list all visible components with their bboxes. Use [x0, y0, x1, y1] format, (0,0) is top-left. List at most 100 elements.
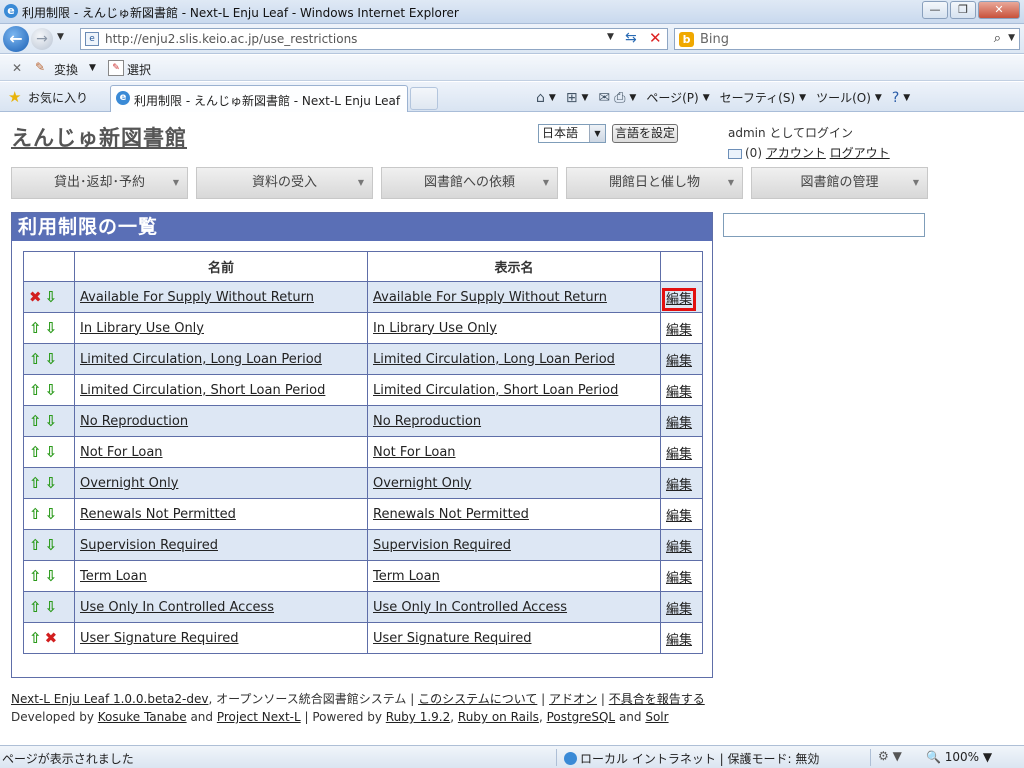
- display-name-link[interactable]: User Signature Required: [373, 631, 531, 646]
- display-name-link[interactable]: In Library Use Only: [373, 321, 497, 336]
- search-field[interactable]: b Bing ⌕ ▼: [674, 28, 1020, 50]
- display-name-link[interactable]: Supervision Required: [373, 538, 511, 553]
- move-down-icon[interactable]: ⇩: [45, 443, 58, 461]
- tab-title[interactable]: 利用制限 - えんじゅ新図書館 - Next-L Enju Leaf: [134, 92, 400, 109]
- move-up-icon[interactable]: ⇧: [29, 629, 42, 647]
- move-up-icon[interactable]: ⇧: [29, 443, 42, 461]
- restriction-name-link[interactable]: Overnight Only: [80, 476, 178, 491]
- close-toolbar-icon[interactable]: ✕: [12, 61, 22, 75]
- move-down-icon[interactable]: ⇩: [45, 598, 58, 616]
- app-version-link[interactable]: Next-L Enju Leaf 1.0.0.beta2-dev: [11, 692, 208, 706]
- edit-link[interactable]: 編集: [666, 354, 692, 369]
- move-up-icon[interactable]: ⇧: [29, 598, 42, 616]
- feeds-icon[interactable]: ⊞: [566, 90, 578, 106]
- restriction-name-link[interactable]: No Reproduction: [80, 414, 188, 429]
- display-name-link[interactable]: Limited Circulation, Long Loan Period: [373, 352, 615, 367]
- restriction-name-link[interactable]: Not For Loan: [80, 445, 163, 460]
- about-link[interactable]: このシステムについて: [418, 692, 537, 706]
- report-bug-link[interactable]: 不具合を報告する: [609, 692, 705, 706]
- language-select[interactable]: 日本語 ▼: [538, 124, 606, 143]
- favorites-button[interactable]: お気に入り: [28, 89, 88, 106]
- rails-link[interactable]: Ruby on Rails: [458, 710, 539, 724]
- move-up-icon[interactable]: ⇧: [29, 536, 42, 554]
- safety-dropdown-icon[interactable]: ▼: [799, 93, 806, 103]
- back-button[interactable]: ←: [3, 26, 29, 52]
- move-down-icon[interactable]: ⇩: [45, 567, 58, 585]
- move-down-icon[interactable]: ⇩: [45, 412, 58, 430]
- display-name-link[interactable]: Term Loan: [373, 569, 440, 584]
- menu-acquisition[interactable]: 資料の受入 ▼: [196, 167, 373, 199]
- move-up-icon[interactable]: ⇧: [29, 381, 42, 399]
- safety-menu[interactable]: セーフティ(S): [720, 89, 796, 106]
- quick-search-input[interactable]: [723, 213, 925, 237]
- mail-icon[interactable]: [728, 148, 742, 159]
- convert-dropdown-icon[interactable]: ▼: [89, 63, 96, 73]
- display-name-link[interactable]: Renewals Not Permitted: [373, 507, 529, 522]
- status-tools-icon[interactable]: ⚙ ▼: [878, 749, 902, 763]
- move-down-icon[interactable]: ⇩: [45, 319, 58, 337]
- search-options-icon[interactable]: ▼: [1008, 33, 1015, 43]
- help-dropdown-icon[interactable]: ▼: [903, 93, 910, 103]
- move-up-icon[interactable]: ⇧: [29, 412, 42, 430]
- minimize-button[interactable]: —: [922, 1, 948, 19]
- menu-requests[interactable]: 図書館への依頼 ▼: [381, 167, 558, 199]
- move-down-icon[interactable]: ⇩: [45, 474, 58, 492]
- edit-link[interactable]: 編集: [666, 447, 692, 462]
- edit-link[interactable]: 編集: [666, 602, 692, 617]
- move-down-icon[interactable]: ⇩: [45, 381, 58, 399]
- page-dropdown-icon[interactable]: ▼: [703, 93, 710, 103]
- developer-link[interactable]: Kosuke Tanabe: [98, 710, 187, 724]
- new-tab-button[interactable]: [410, 87, 438, 110]
- help-icon[interactable]: ?: [892, 90, 899, 106]
- move-down-icon[interactable]: ⇩: [45, 350, 58, 368]
- edit-link[interactable]: 編集: [666, 478, 692, 493]
- zoom-level[interactable]: 🔍 100% ▼: [926, 750, 992, 764]
- site-title[interactable]: えんじゅ新図書館: [11, 122, 187, 152]
- close-button[interactable]: ✕: [978, 1, 1020, 19]
- select-button[interactable]: 選択: [127, 61, 151, 78]
- history-dropdown-icon[interactable]: ▼: [57, 32, 64, 42]
- display-name-link[interactable]: Not For Loan: [373, 445, 456, 460]
- page-menu[interactable]: ページ(P): [646, 89, 698, 106]
- project-link[interactable]: Project Next-L: [217, 710, 301, 724]
- menu-circulation[interactable]: 貸出･返却･予約 ▼: [11, 167, 188, 199]
- restriction-name-link[interactable]: Available For Supply Without Return: [80, 290, 314, 305]
- mail-read-icon[interactable]: ✉: [598, 90, 610, 106]
- edit-link[interactable]: 編集: [666, 540, 692, 555]
- move-down-icon[interactable]: ⇩: [45, 288, 58, 306]
- print-icon[interactable]: ⎙: [614, 90, 625, 106]
- restriction-name-link[interactable]: Limited Circulation, Short Loan Period: [80, 383, 325, 398]
- search-icon[interactable]: ⌕: [994, 31, 1001, 46]
- stop-icon[interactable]: ✕: [649, 29, 662, 47]
- edit-link[interactable]: 編集: [661, 287, 697, 311]
- menu-admin[interactable]: 図書館の管理 ▼: [751, 167, 928, 199]
- restriction-name-link[interactable]: In Library Use Only: [80, 321, 204, 336]
- menu-events[interactable]: 開館日と催し物 ▼: [566, 167, 743, 199]
- addon-link[interactable]: アドオン: [549, 692, 597, 706]
- favorites-star-icon[interactable]: ★: [8, 88, 21, 106]
- display-name-link[interactable]: Overnight Only: [373, 476, 471, 491]
- move-up-icon[interactable]: ⇧: [29, 350, 42, 368]
- print-dropdown-icon[interactable]: ▼: [629, 93, 636, 103]
- refresh-icon[interactable]: ⇆: [625, 30, 637, 46]
- select-icon[interactable]: ✎: [108, 60, 124, 76]
- convert-button[interactable]: 変換: [54, 61, 78, 78]
- account-link[interactable]: アカウント: [766, 146, 826, 160]
- edit-link[interactable]: 編集: [666, 509, 692, 524]
- move-up-icon[interactable]: ⇧: [29, 505, 42, 523]
- edit-link[interactable]: 編集: [666, 416, 692, 431]
- edit-link[interactable]: 編集: [666, 385, 692, 400]
- forward-button[interactable]: →: [31, 28, 53, 50]
- tab-active[interactable]: e 利用制限 - えんじゅ新図書館 - Next-L Enju Leaf: [110, 85, 408, 112]
- postgresql-link[interactable]: PostgreSQL: [547, 710, 616, 724]
- move-up-icon[interactable]: ⇧: [29, 319, 42, 337]
- home-dropdown-icon[interactable]: ▼: [549, 93, 556, 103]
- convert-icon[interactable]: ✎: [35, 60, 51, 76]
- url-text[interactable]: http://enju2.slis.keio.ac.jp/use_restric…: [105, 32, 357, 46]
- security-zone[interactable]: ローカル イントラネット | 保護モード: 無効: [564, 750, 819, 767]
- solr-link[interactable]: Solr: [645, 710, 668, 724]
- ruby-link[interactable]: Ruby 1.9.2: [386, 710, 450, 724]
- url-dropdown-icon[interactable]: ▼: [607, 32, 614, 42]
- display-name-link[interactable]: No Reproduction: [373, 414, 481, 429]
- edit-link[interactable]: 編集: [666, 633, 692, 648]
